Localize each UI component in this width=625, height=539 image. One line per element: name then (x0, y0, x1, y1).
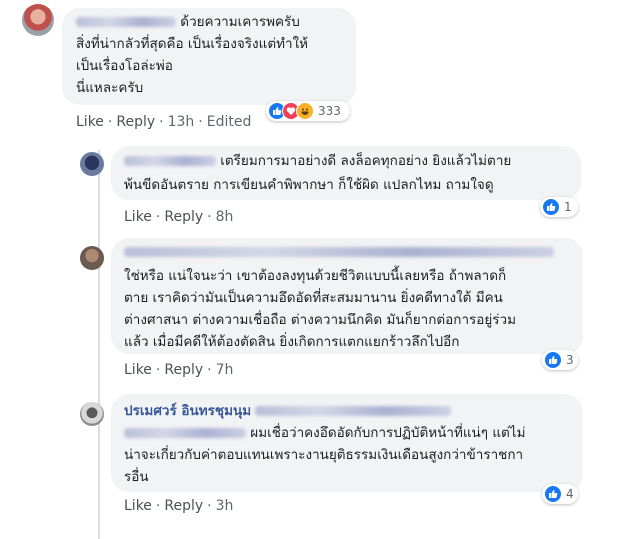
comment-line: พ้นขีดอันตราย การเขียนคำพิพากษา ก็ใช้ผิด… (124, 177, 494, 193)
comment-line: ใช่หรือ แน่ใจนะว่า เขาต้องลงทุนด้วยชีวิต… (124, 268, 507, 284)
reaction-summary[interactable]: 1 (540, 197, 578, 217)
comment-actions: Like · Reply · 8h (124, 209, 234, 225)
comment-line: สิ่งที่น่ากลัวที่สุดคือ เป็นเรื่องจริงแต… (76, 36, 309, 52)
blurred-author-name[interactable] (124, 156, 216, 166)
timestamp[interactable]: 3h (216, 498, 234, 514)
comment-actions: Like · Reply · 3h (124, 498, 234, 514)
comment-line (124, 243, 554, 262)
comment-line: ต่างศาสนา ต่างความเชื่อถือ ต่างความนึกคิ… (124, 312, 517, 328)
comment-line: นี่แหละครับ (76, 80, 144, 96)
avatar[interactable] (80, 152, 104, 176)
reaction-summary[interactable]: 4 (542, 484, 578, 504)
comment-line: ผมเชื่อว่าคงอึดอัดกับการปฏิบัติหน้าที่แน… (124, 424, 525, 443)
edited-label[interactable]: Edited (207, 114, 252, 130)
thread-line (98, 150, 100, 539)
comment-line: ด้วยความเคารพครับ (76, 13, 300, 32)
timestamp[interactable]: 7h (216, 362, 234, 378)
like-link[interactable]: Like (124, 209, 152, 225)
author-name[interactable]: ปรเมศวร์ อินทรชุมนุม (124, 403, 251, 419)
comment-line: แล้ว เมื่อมีคดีให้ต้องตัดสิน ยิ่งเกิดการ… (124, 334, 460, 350)
reply-link[interactable]: Reply (164, 498, 203, 514)
reply-link[interactable]: Reply (164, 209, 203, 225)
reaction-count: 333 (318, 104, 341, 118)
comment-line: เตรียมการมาอย่างดี ลงล็อคทุกอย่าง ยิงแล้… (124, 152, 511, 171)
blurred-author-name[interactable] (76, 17, 176, 27)
comment-line: น่าจะเกี่ยวกับค่าตอบแทนเพราะงานยุติธรรมเ… (124, 447, 524, 463)
like-link[interactable]: Like (76, 114, 104, 130)
reply-link[interactable]: Reply (116, 114, 155, 130)
blurred-tagged-name[interactable] (255, 406, 452, 416)
comment-actions: Like · Reply · 13h · Edited (76, 114, 252, 130)
comment-line: รอื่น (124, 469, 149, 485)
like-link[interactable]: Like (124, 362, 152, 378)
haha-icon (296, 102, 314, 120)
comment-actions: Like · Reply · 7h (124, 362, 234, 378)
avatar[interactable] (22, 4, 54, 36)
like-icon (542, 198, 560, 216)
reply-link[interactable]: Reply (164, 362, 203, 378)
comment-line: ปรเมศวร์ อินทรชุมนุม (124, 402, 452, 421)
reaction-summary[interactable]: 333 (266, 101, 350, 121)
blurred-author-name[interactable] (124, 247, 554, 257)
blurred-tagged-name[interactable] (124, 428, 246, 438)
like-link[interactable]: Like (124, 498, 152, 514)
reaction-count: 3 (566, 353, 574, 367)
reaction-count: 4 (566, 487, 574, 501)
reaction-count: 1 (564, 200, 572, 214)
like-icon (544, 485, 562, 503)
avatar[interactable] (80, 246, 104, 270)
like-icon (544, 351, 562, 369)
comment-line: เป็นเรื่องโอล่ะพ่อ (76, 58, 173, 74)
timestamp[interactable]: 8h (216, 209, 234, 225)
comment-line: ตาย เราคิดว่ามันเป็นความอึดอัดที่สะสมมาน… (124, 290, 503, 306)
avatar[interactable] (80, 402, 104, 426)
timestamp[interactable]: 13h (168, 114, 195, 130)
reaction-summary[interactable]: 3 (542, 350, 578, 370)
